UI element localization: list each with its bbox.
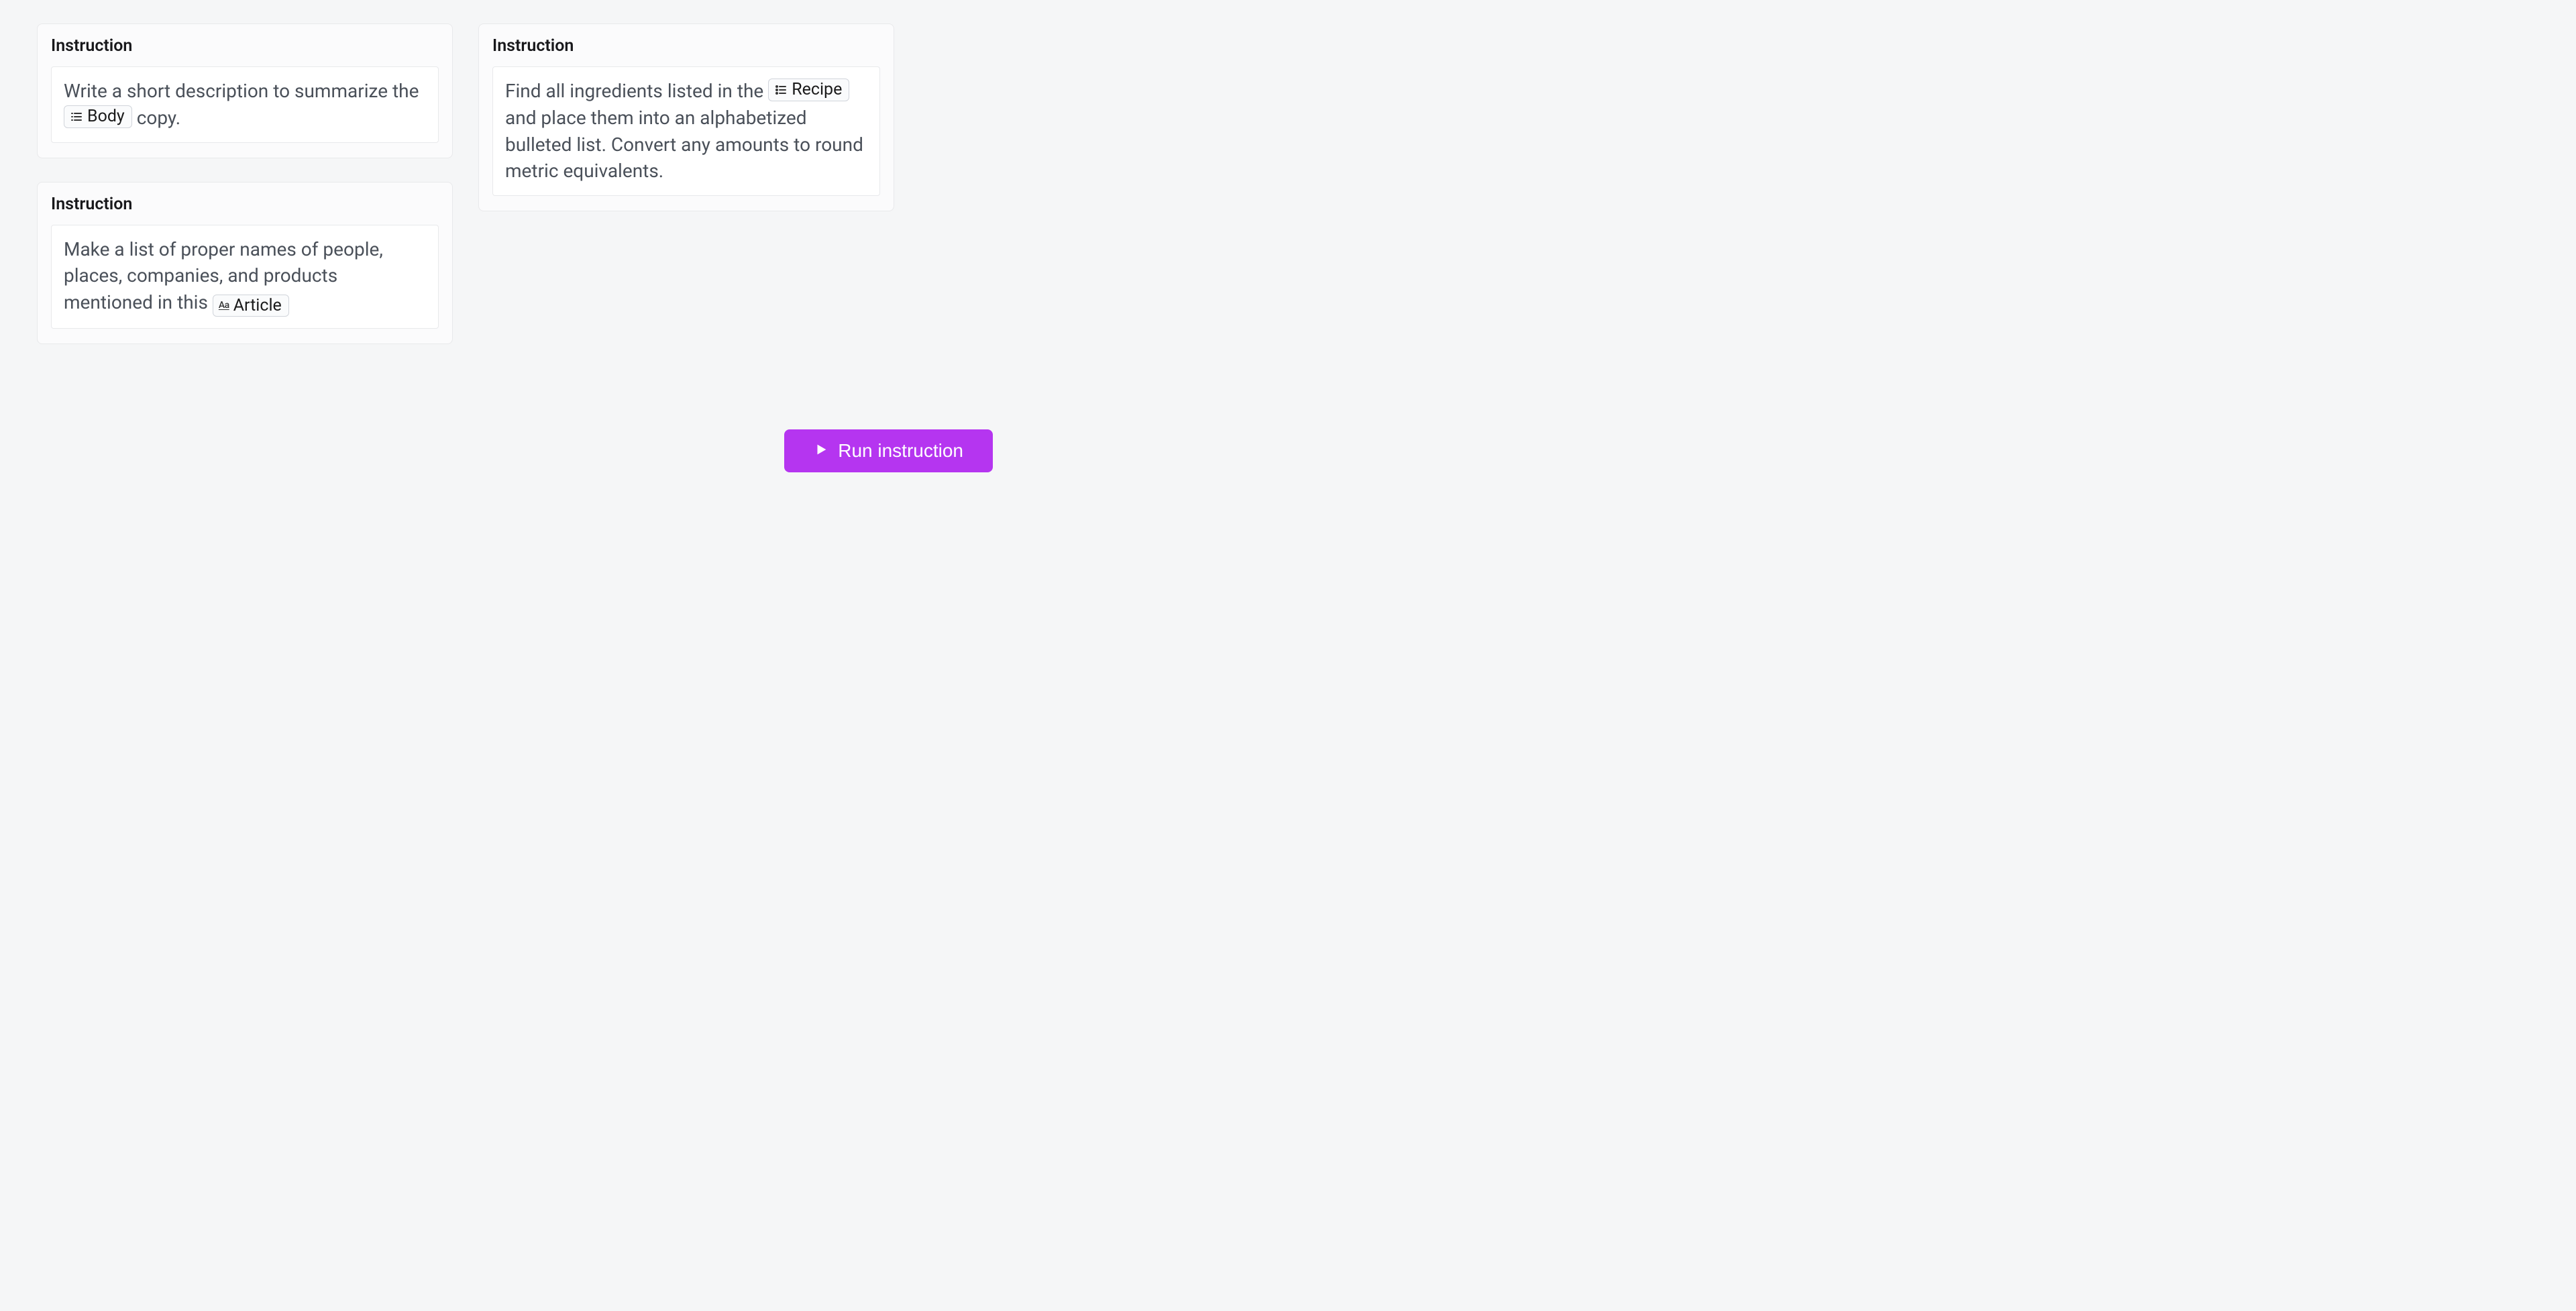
left-column: Instruction Write a short description to… (37, 23, 453, 344)
instruction-text: Find all ingredients listed in the (505, 80, 768, 102)
instruction-card: Instruction Make a list of proper names … (37, 182, 453, 345)
instruction-text: Write a short description to summarize t… (64, 80, 419, 102)
card-label: Instruction (492, 36, 880, 56)
tag-label: Recipe (792, 81, 842, 99)
tag-label: Article (233, 297, 282, 315)
instruction-text: and place them into an alphabetized bull… (505, 107, 863, 182)
card-label: Instruction (51, 36, 439, 56)
play-icon (814, 440, 828, 462)
article-tag[interactable]: Aa Article (213, 295, 289, 317)
run-instruction-button[interactable]: Run instruction (784, 429, 993, 472)
right-column: Instruction Find all ingredients listed … (478, 23, 894, 344)
instruction-input[interactable]: Make a list of proper names of people, p… (51, 225, 439, 329)
list-icon (774, 83, 788, 97)
instruction-input[interactable]: Find all ingredients listed in the Recip… (492, 66, 880, 196)
card-label: Instruction (51, 195, 439, 214)
instruction-card: Instruction Write a short description to… (37, 23, 453, 158)
cards-container: Instruction Write a short description to… (0, 0, 1030, 368)
lines-icon (70, 110, 83, 123)
body-tag[interactable]: Body (64, 105, 132, 128)
run-button-label: Run instruction (838, 440, 963, 462)
recipe-tag[interactable]: Recipe (768, 78, 849, 101)
instruction-text: copy. (132, 107, 180, 129)
instruction-input[interactable]: Write a short description to summarize t… (51, 66, 439, 143)
aa-icon: Aa (219, 301, 229, 311)
instruction-card: Instruction Find all ingredients listed … (478, 23, 894, 211)
tag-label: Body (87, 107, 125, 126)
